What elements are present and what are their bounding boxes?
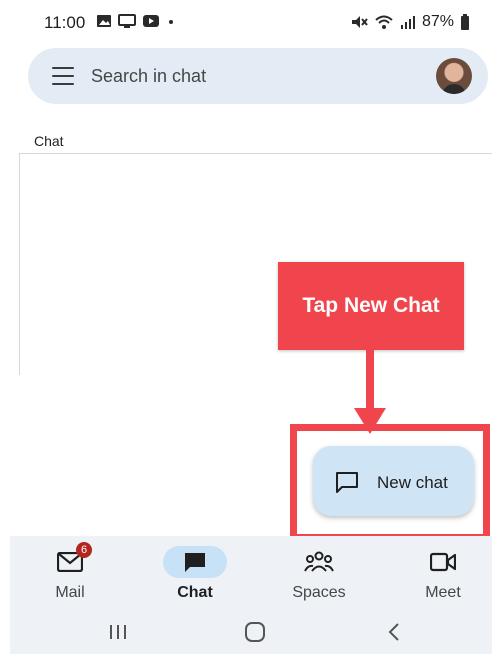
nav-item-spaces[interactable]: Spaces xyxy=(264,536,374,612)
status-bar: 11:00 87% xyxy=(0,0,492,48)
nav-label-meet: Meet xyxy=(425,584,461,601)
new-chat-label: New chat xyxy=(377,473,448,492)
status-icons-left xyxy=(96,14,176,28)
battery-percentage: 87% xyxy=(421,13,454,30)
search-bar[interactable]: Search in chat xyxy=(28,48,488,104)
new-chat-button[interactable]: New chat xyxy=(313,446,474,516)
nav-item-chat[interactable]: Chat xyxy=(140,536,250,612)
nav-label-chat: Chat xyxy=(177,584,213,601)
annotation-callout: Tap New Chat xyxy=(278,262,464,350)
system-nav-bar xyxy=(0,612,492,654)
nav-label-mail: Mail xyxy=(55,584,85,601)
annotation-text: Tap New Chat xyxy=(302,294,440,317)
avatar[interactable] xyxy=(436,58,472,94)
status-icons-right: 87% xyxy=(350,13,470,31)
chat-icon xyxy=(185,553,205,572)
nav-label-spaces: Spaces xyxy=(292,584,346,601)
wifi-icon xyxy=(375,15,393,29)
video-icon xyxy=(430,552,456,572)
cast-icon xyxy=(118,14,136,28)
new-chat-icon xyxy=(336,472,358,493)
mail-badge: 6 xyxy=(76,542,92,558)
youtube-icon xyxy=(143,15,159,27)
recent-apps-icon[interactable] xyxy=(104,620,132,644)
image-icon xyxy=(97,15,111,27)
mute-icon xyxy=(351,16,368,28)
dot-icon xyxy=(169,20,173,24)
nav-item-meet[interactable]: Meet xyxy=(388,536,492,612)
status-time: 11:00 xyxy=(44,13,86,32)
spaces-icon xyxy=(304,551,334,572)
signal-icon xyxy=(400,16,415,29)
search-input[interactable]: Search in chat xyxy=(91,66,206,87)
nav-item-mail[interactable]: 6 Mail xyxy=(15,536,125,612)
section-title-chat: Chat xyxy=(34,133,64,149)
annotation-arrow-shaft xyxy=(366,350,374,412)
home-icon[interactable] xyxy=(241,620,269,644)
menu-icon[interactable] xyxy=(52,67,74,85)
back-icon[interactable] xyxy=(380,620,408,644)
battery-icon xyxy=(461,14,469,30)
